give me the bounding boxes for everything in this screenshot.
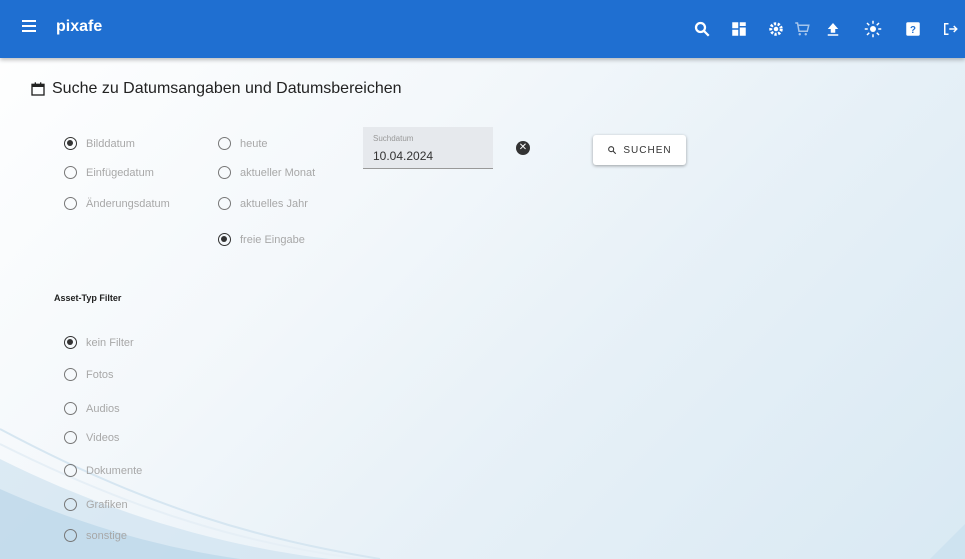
radio-circle[interactable] (64, 464, 77, 477)
radio-circle[interactable] (64, 197, 77, 210)
radio-circle[interactable] (64, 336, 77, 349)
radio-grafiken[interactable]: Grafiken (64, 498, 128, 511)
radio-circle[interactable] (64, 368, 77, 381)
app-title: pixafe (56, 18, 103, 35)
calendar-icon (31, 82, 45, 96)
radio-heute[interactable]: heute (218, 137, 268, 150)
radio-sonstige[interactable]: sonstige (64, 529, 127, 542)
page-title-text: Suche zu Datumsangaben und Datumsbereich… (52, 80, 402, 97)
radio-aktuelles-jahr[interactable]: aktuelles Jahr (218, 197, 308, 210)
radio-circle[interactable] (64, 137, 77, 150)
radio-videos[interactable]: Videos (64, 431, 119, 444)
radio-circle[interactable] (218, 137, 231, 150)
radio-einfuegedatum[interactable]: Einfügedatum (64, 166, 154, 179)
radio-circle[interactable] (218, 197, 231, 210)
radio-circle[interactable] (64, 402, 77, 415)
search-date-field[interactable]: Suchdatum 10.04.2024 (363, 127, 493, 169)
radio-circle[interactable] (64, 529, 77, 542)
brightness-icon[interactable] (864, 20, 882, 38)
radio-circle[interactable] (64, 166, 77, 179)
page-title: Suche zu Datumsangaben und Datumsbereich… (30, 80, 402, 98)
search-button[interactable]: SUCHEN (593, 135, 686, 165)
clear-icon[interactable]: ✕ (516, 141, 530, 155)
radio-circle[interactable] (218, 166, 231, 179)
settings-icon[interactable] (767, 20, 785, 38)
app-bar: pixafe ? (0, 0, 965, 58)
search-date-value[interactable]: 10.04.2024 (373, 149, 433, 163)
search-icon[interactable] (693, 20, 711, 38)
radio-circle[interactable] (64, 498, 77, 511)
cart-icon[interactable] (793, 20, 811, 38)
radio-aktueller-monat[interactable]: aktueller Monat (218, 166, 315, 179)
radio-freie-eingabe[interactable]: freie Eingabe (218, 233, 305, 246)
radio-audios[interactable]: Audios (64, 402, 120, 415)
help-icon[interactable]: ? (904, 20, 922, 38)
radio-bilddatum[interactable]: Bilddatum (64, 137, 135, 150)
radio-circle[interactable] (218, 233, 231, 246)
background-wave-decoration (0, 428, 965, 559)
upload-icon[interactable] (824, 20, 842, 38)
logout-icon[interactable] (941, 20, 958, 38)
svg-text:?: ? (910, 25, 916, 36)
radio-circle[interactable] (64, 431, 77, 444)
radio-aenderungsdatum[interactable]: Änderungsdatum (64, 197, 170, 210)
search-date-label: Suchdatum (373, 134, 414, 143)
radio-fotos[interactable]: Fotos (64, 368, 114, 381)
asset-filter-heading: Asset-Typ Filter (54, 293, 122, 303)
dashboard-icon[interactable] (730, 20, 748, 38)
radio-kein-filter[interactable]: kein Filter (64, 336, 134, 349)
radio-dokumente[interactable]: Dokumente (64, 464, 142, 477)
menu-icon[interactable] (22, 20, 36, 36)
search-icon (608, 146, 617, 155)
